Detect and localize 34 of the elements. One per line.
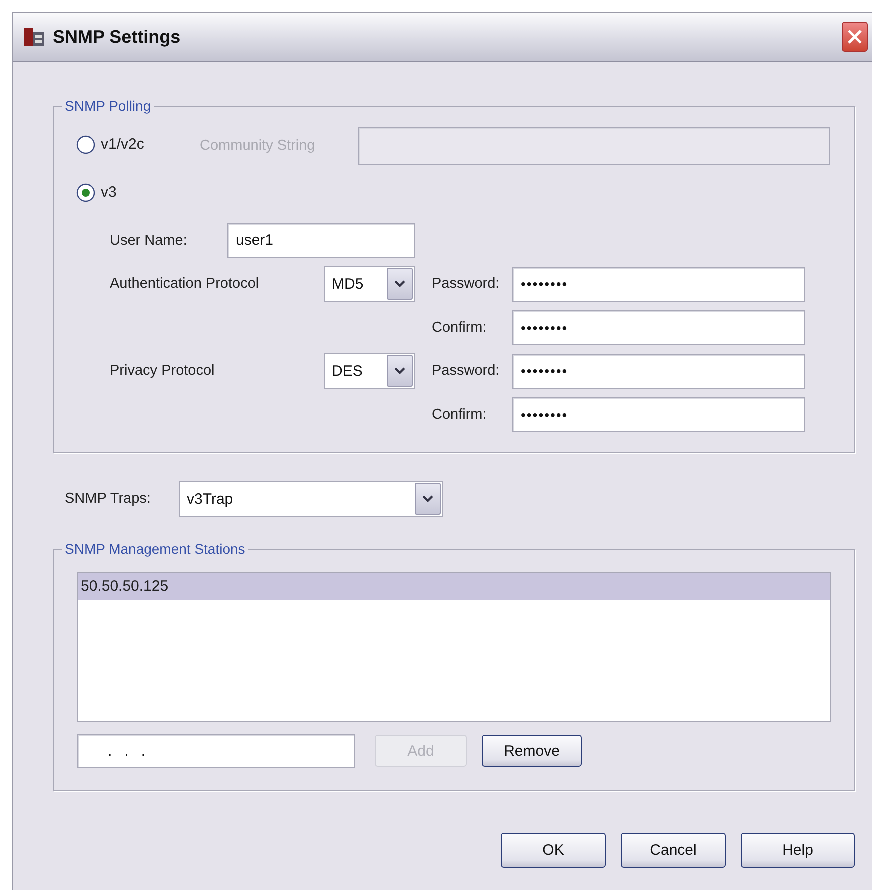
- password-field[interactable]: ••••••••: [512, 310, 805, 345]
- chevron-down-icon: [394, 367, 406, 375]
- user-name-field[interactable]: user1: [227, 223, 415, 258]
- field-label: Confirm:: [431, 406, 488, 422]
- field-label: Confirm:: [431, 320, 488, 336]
- field-label: SNMP Traps:: [65, 491, 152, 507]
- field-label: Password:: [431, 363, 501, 379]
- radio-button[interactable]: v1/v2c: [76, 132, 144, 156]
- dialog-button[interactable]: OK: [501, 833, 606, 868]
- dropdown[interactable]: DES: [324, 353, 415, 389]
- radio-circle-icon: [76, 134, 96, 154]
- field-label: Authentication Protocol: [110, 276, 260, 292]
- password-field[interactable]: ••••••••: [512, 266, 805, 302]
- chevron-down-icon: [394, 280, 406, 288]
- ip-address-field[interactable]: . . .: [77, 734, 355, 768]
- field-label: Password:: [431, 276, 501, 292]
- password-field[interactable]: ••••••••: [512, 354, 805, 388]
- action-button[interactable]: Remove: [482, 735, 582, 767]
- list-item[interactable]: 50.50.50.125: [78, 573, 830, 600]
- radio-circle-icon: [76, 182, 96, 202]
- dialog-button[interactable]: Cancel: [621, 833, 726, 868]
- radio-button[interactable]: v3: [76, 180, 117, 204]
- password-field[interactable]: ••••••••: [512, 397, 805, 432]
- field-label: Privacy Protocol: [110, 363, 216, 379]
- dialog-button[interactable]: Help: [741, 833, 855, 868]
- field-label: Community String: [200, 138, 316, 154]
- close-icon: [847, 29, 863, 45]
- window-title: SNMP Settings: [53, 26, 182, 48]
- dropdown[interactable]: v3Trap: [179, 481, 443, 517]
- chevron-down-icon: [422, 495, 434, 503]
- close-button[interactable]: [842, 22, 868, 52]
- dropdown[interactable]: MD5: [324, 266, 415, 302]
- app-icon: [23, 26, 45, 48]
- field-label: User Name:: [110, 232, 188, 248]
